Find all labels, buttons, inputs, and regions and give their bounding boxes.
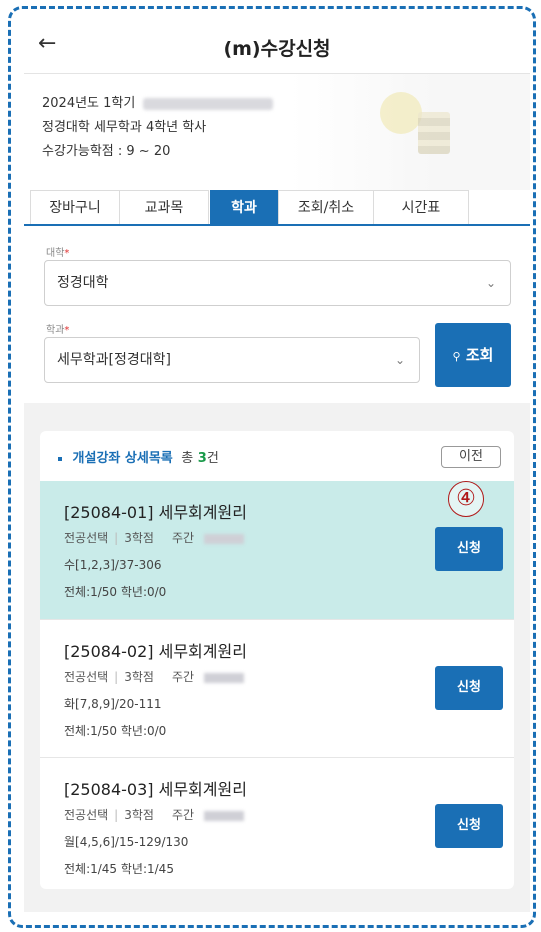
course-meta: 전공선택 | 3학점 주간 [64,806,245,823]
course-time: 월[4,5,6]/15-129/130 [64,835,189,849]
header: ← (m)수강신청 [24,18,530,74]
tab-cart[interactable]: 장바구니 [30,190,120,224]
dept-select[interactable]: 세무학과[정경대학] ⌄ [44,337,420,383]
filter-panel: 대학* 정경대학 ⌄ 학과* 세무학과[정경대학] ⌄ ⚲ 조회 [24,226,530,403]
semester-text: 2024년도 1학기 [42,96,136,111]
mascot-icon [380,92,422,134]
course-name: [25084-02] 세무회계원리 [64,642,247,661]
redacted-professor [204,672,245,683]
course-list-card: 개설강좌 상세목록 총 3건 이전 [25084-01] 세무회계원리 전공선택… [40,431,514,889]
college-label: 대학* [46,248,70,259]
tab-subject[interactable]: 교과목 [119,190,209,224]
dept-label: 학과* [46,325,70,336]
step-marker: ④ [448,481,484,517]
course-time: 화[7,8,9]/20-111 [64,697,162,711]
card-header: 개설강좌 상세목록 총 3건 이전 [40,431,514,481]
apply-button[interactable]: 신청 [435,666,503,710]
college-select[interactable]: 정경대학 ⌄ [44,260,511,306]
apply-button[interactable]: 신청 [435,527,503,571]
app-screen: ← (m)수강신청 2024년도 1학기 정경대학 세무학과 4학년 학사 수강… [24,18,530,912]
course-capacity: 전체:1/50 학년:0/0 [64,585,167,599]
student-info: 2024년도 1학기 정경대학 세무학과 4학년 학사 수강가능학점 : 9 ~… [24,74,530,190]
redacted-name [143,97,274,110]
course-capacity: 전체:1/50 학년:0/0 [64,724,167,738]
chevron-down-icon: ⌄ [485,276,496,290]
chevron-down-icon: ⌄ [394,353,405,367]
course-meta: 전공선택 | 3학점 주간 [64,668,245,685]
course-row[interactable]: [25084-01] 세무회계원리 전공선택 | 3학점 주간 수[1,2,3]/37… [40,481,514,619]
course-name: [25084-03] 세무회계원리 [64,780,247,799]
search-icon: ⚲ [452,350,461,363]
page-title: (m)수강신청 [223,38,331,60]
apply-button[interactable]: 신청 [435,804,503,848]
books-icon [418,112,450,154]
course-time: 수[1,2,3]/37-306 [64,558,162,572]
course-row[interactable]: [25084-02] 세무회계원리 전공선택 | 3학점 주간 화[7,8,9]/20… [40,619,514,757]
course-name: [25084-01] 세무회계원리 [64,503,247,522]
course-count: 3 [197,451,207,466]
tab-department[interactable]: 학과 [210,190,278,224]
mascot-illustration [290,74,530,190]
bullet-icon [58,456,62,461]
prev-button[interactable]: 이전 [441,446,501,468]
search-button[interactable]: ⚲ 조회 [435,323,511,387]
course-list-area: 개설강좌 상세목록 총 3건 이전 [25084-01] 세무회계원리 전공선택… [24,403,530,912]
redacted-professor [204,533,245,544]
redacted-professor [204,810,245,821]
tab-timetable[interactable]: 시간표 [373,190,469,224]
tab-bar: 장바구니 교과목 학과 조회/취소 시간표 [24,190,530,226]
course-row[interactable]: [25084-03] 세무회계원리 전공선택 | 3학점 주간 월[4,5,6]/15… [40,757,514,889]
tab-lookup-cancel[interactable]: 조회/취소 [278,190,374,224]
list-title: 개설강좌 상세목록 총 3건 [58,447,219,466]
course-meta: 전공선택 | 3학점 주간 [64,529,245,546]
course-capacity: 전체:1/45 학년:1/45 [64,862,174,876]
